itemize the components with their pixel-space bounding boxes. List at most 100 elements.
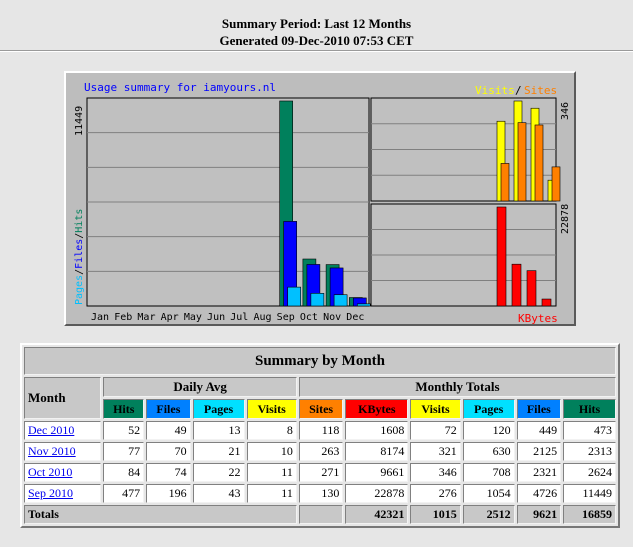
legend-visits: Visits [475, 84, 515, 97]
value-cell: 449 [516, 421, 562, 440]
legend-separator: / [515, 84, 522, 97]
value-cell: 52 [103, 421, 145, 440]
month-tick-label: Jan [91, 312, 109, 323]
value-cell: 271 [298, 463, 344, 482]
month-link[interactable]: Nov 2010 [28, 444, 76, 458]
monthly-totals-header: Monthly Totals [298, 377, 616, 397]
value-cell: 9661 [345, 463, 409, 482]
value-cell: 346 [410, 463, 461, 482]
monthly-sites-header: Sites [298, 399, 344, 419]
totals-value-cell: 42321 [345, 505, 409, 524]
month-tick-label: May [184, 312, 202, 323]
month-link[interactable]: Oct 2010 [28, 465, 72, 479]
value-cell: 120 [462, 421, 515, 440]
value-cell: 77 [103, 442, 145, 461]
monthly-visits-header: Visits [410, 399, 461, 419]
left-axis-label-part: Hits [74, 209, 85, 233]
value-cell: 630 [462, 442, 515, 461]
daily-bar-sites [500, 163, 510, 202]
month-tick-label: Dec [346, 312, 364, 323]
kbytes-bar [526, 270, 537, 307]
kbytes-bar [511, 263, 522, 307]
monthly-hits-header: Hits [563, 399, 616, 419]
value-cell: 276 [410, 484, 461, 503]
table-row: Sep 2010 477 196 43 11 130 22878 276 1054 4726 114… [24, 484, 616, 503]
monthly-kbytes-header: KBytes [345, 399, 409, 419]
month-tick-label: Sep [277, 312, 295, 323]
value-cell: 11 [246, 463, 297, 482]
usage-chart-panel: Usage summary for iamyours.nl Visits / Site… [64, 71, 576, 326]
value-cell: 2313 [563, 442, 616, 461]
table-title: Summary by Month [24, 347, 616, 375]
usage-chart: Usage summary for iamyours.nl Visits / Site… [74, 81, 571, 324]
value-cell: 2125 [516, 442, 562, 461]
table-row: Dec 2010 52 49 13 8 118 1608 72 120 449 473 [24, 421, 616, 440]
month-header: Month [24, 377, 102, 419]
daily-bar-sites [517, 122, 527, 202]
daily-hits-header: Hits [103, 399, 145, 419]
totals-value-cell: 1015 [410, 505, 461, 524]
month-tick-label: Mar [137, 312, 155, 323]
totals-sites-cell [298, 505, 344, 524]
value-cell: 321 [410, 442, 461, 461]
value-cell: 21 [192, 442, 245, 461]
value-cell: 13 [192, 421, 245, 440]
main-bar-pages [310, 293, 325, 307]
value-cell: 477 [103, 484, 145, 503]
main-bar-pages [357, 303, 371, 307]
month-tick-label: Oct [300, 312, 318, 323]
month-link[interactable]: Dec 2010 [28, 423, 74, 437]
kbytes-label: KBytes [518, 312, 558, 324]
left-axis-label: Pages/Files/Hits [74, 209, 85, 305]
main-bar-pages [287, 286, 301, 307]
value-cell: 49 [146, 421, 191, 440]
summary-period: Summary Period: Last 12 Months [221, 16, 412, 31]
monthly-pages-header: Pages [462, 399, 515, 419]
daily-avg-header: Daily Avg [103, 377, 297, 397]
value-cell: 11449 [563, 484, 616, 503]
daily-bar-sites [551, 166, 561, 202]
value-cell: 43 [192, 484, 245, 503]
value-cell: 74 [146, 463, 191, 482]
month-cell: Nov 2010 [24, 442, 102, 461]
month-tick-label: Feb [114, 312, 132, 323]
month-link[interactable]: Sep 2010 [28, 486, 73, 500]
value-cell: 708 [462, 463, 515, 482]
value-cell: 263 [298, 442, 344, 461]
value-cell: 8174 [345, 442, 409, 461]
totals-label: Totals [24, 505, 297, 524]
table-row: Nov 2010 77 70 21 10 263 8174 321 630 2125 2313 [24, 442, 616, 461]
summary-by-month-table: Summary by Month Month Daily Avg Monthly… [20, 343, 620, 528]
monthly-files-header: Files [516, 399, 562, 419]
visits-ymax-label: 346 [560, 102, 571, 120]
generated-timestamp: Generated 09-Dec-2010 07:53 CET [219, 33, 414, 48]
month-tick-label: Jun [207, 312, 225, 323]
month-tick-label: Apr [161, 312, 179, 323]
main-bar-pages [333, 294, 348, 307]
kbytes-bar [496, 206, 507, 307]
value-cell: 1608 [345, 421, 409, 440]
value-cell: 1054 [462, 484, 515, 503]
kbytes-ymax-label: 22878 [560, 204, 571, 234]
left-axis-label-part: Files [74, 239, 85, 269]
value-cell: 84 [103, 463, 145, 482]
main-ymax-label: 11449 [74, 106, 85, 136]
value-cell: 70 [146, 442, 191, 461]
value-cell: 22878 [345, 484, 409, 503]
month-tick-label: Nov [323, 312, 341, 323]
month-tick-label: Jul [230, 312, 248, 323]
totals-value-cell: 16859 [563, 505, 616, 524]
header-divider [0, 50, 633, 52]
value-cell: 196 [146, 484, 191, 503]
month-tick-label: Aug [253, 312, 271, 323]
chart-title: Usage summary for iamyours.nl [84, 81, 276, 94]
summary-table-box: Summary by Month Month Daily Avg Monthly… [20, 343, 620, 528]
value-cell: 118 [298, 421, 344, 440]
daily-bar-sites [534, 124, 544, 202]
report-header: Summary Period: Last 12 Months Generated… [0, 15, 633, 49]
totals-value-cell: 2512 [462, 505, 515, 524]
table-row: Oct 2010 84 74 22 11 271 9661 346 708 2321 2624 [24, 463, 616, 482]
value-cell: 4726 [516, 484, 562, 503]
value-cell: 22 [192, 463, 245, 482]
left-axis-label-part: Pages [74, 275, 85, 305]
